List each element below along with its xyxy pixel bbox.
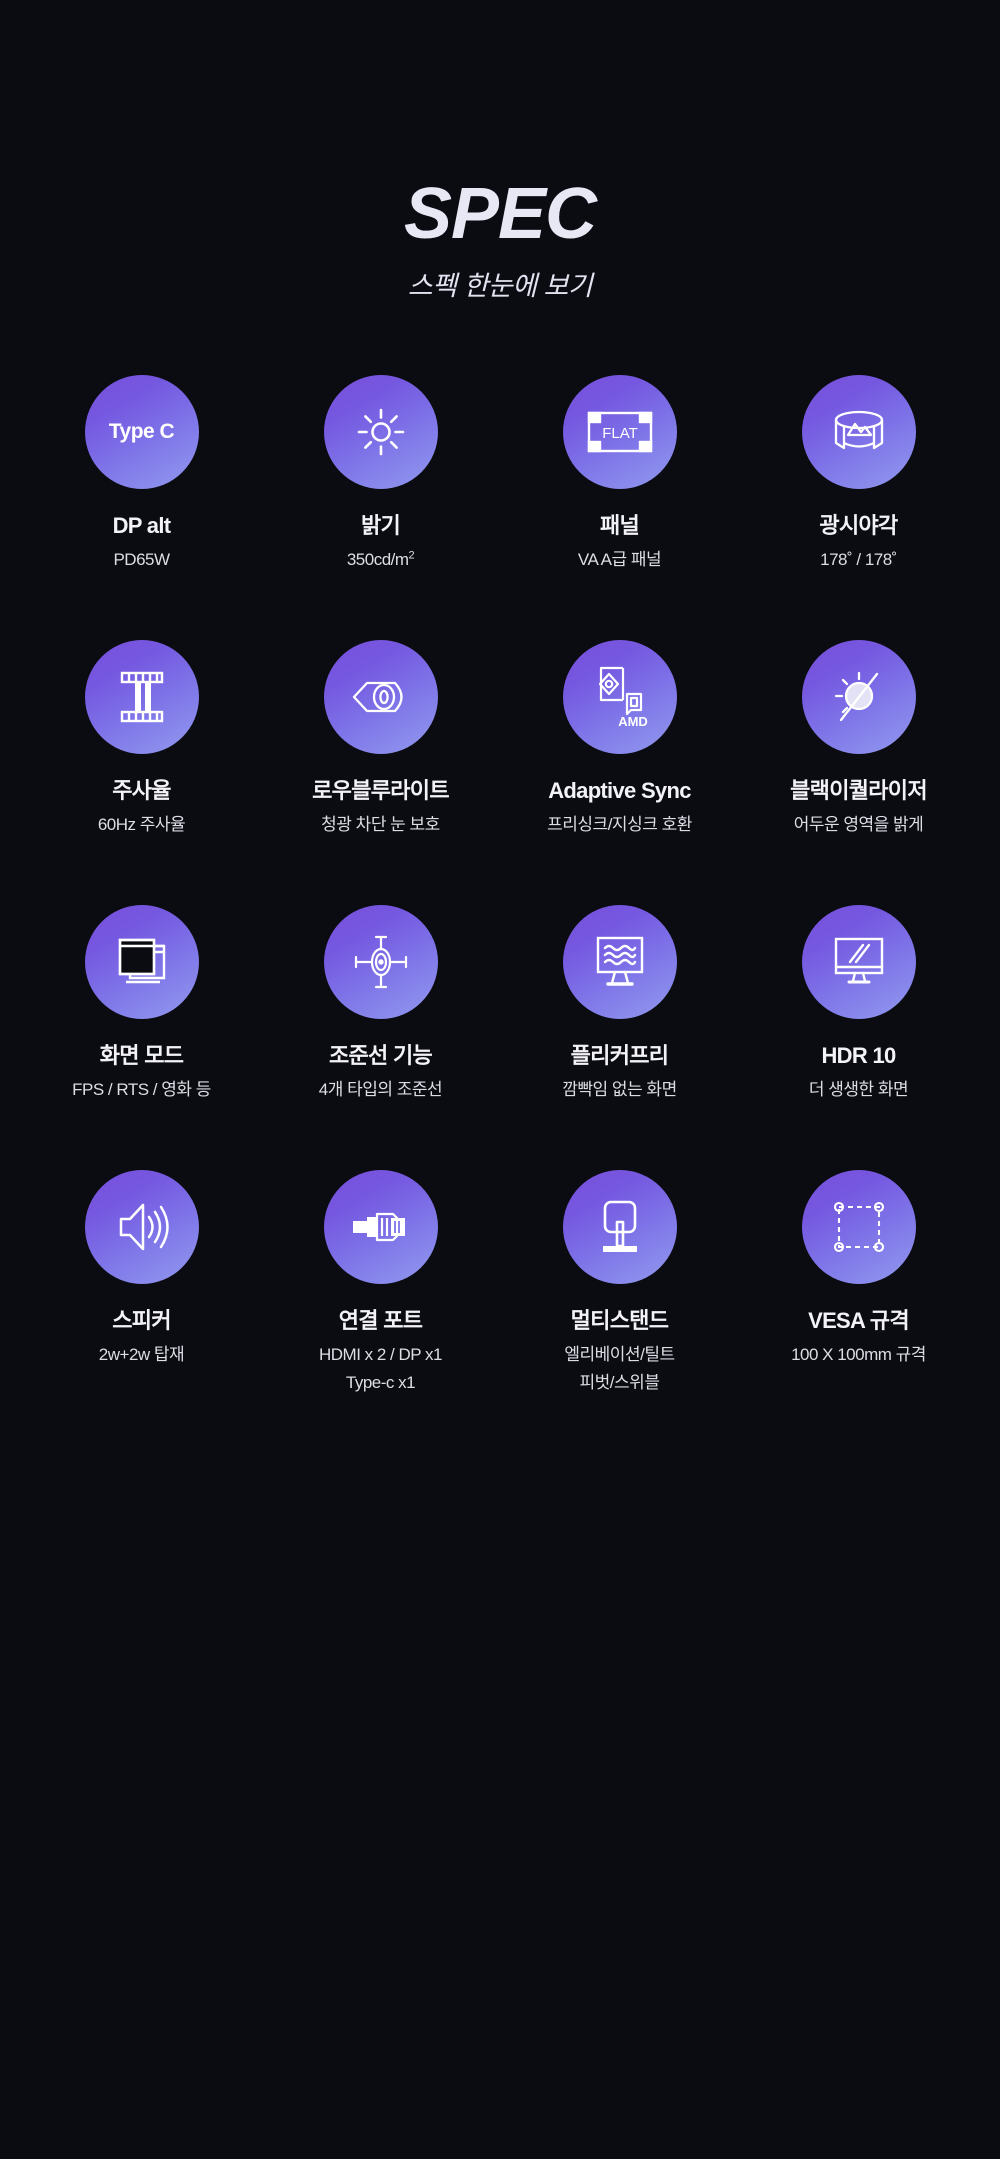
crosshair-aim-icon xyxy=(323,905,438,1019)
spec-title: Adaptive Sync xyxy=(548,778,691,803)
wide-view-angle-icon xyxy=(801,375,916,489)
page-header: SPEC 스펙 한눈에 보기 xyxy=(0,0,1000,303)
spec-grid: Type C DP alt PD65W 밝기 350cd/m2 FLAT 패널 … xyxy=(0,375,1000,1435)
spec-item-flicker-free: 플리커프리 깜빡임 없는 화면 xyxy=(500,905,739,1170)
spec-desc-superscript: 2 xyxy=(408,549,415,562)
vesa-mount-icon xyxy=(801,1170,916,1284)
spec-item-crosshair: 조준선 기능 4개 타입의 조준선 xyxy=(261,905,500,1170)
spec-title: 멀티스탠드 xyxy=(570,1308,669,1333)
hdr-monitor-icon xyxy=(801,905,916,1019)
spec-item-hdr: HDR 10 더 생생한 화면 xyxy=(739,905,978,1170)
eye-low-blue-light-icon xyxy=(323,640,438,754)
spec-desc: 100 X 100mm 규격 xyxy=(791,1345,926,1365)
spec-desc: VA A급 패널 xyxy=(577,550,662,570)
spec-title: 주사율 xyxy=(112,778,171,803)
multi-stand-icon xyxy=(562,1170,677,1284)
spec-item-black-equalizer: 블랙이퀄라이저 어두운 영역을 밝게 xyxy=(739,640,978,905)
bubble-label: Type C xyxy=(108,420,175,443)
spec-desc: 4개 타입의 조준선 xyxy=(318,1080,443,1100)
spec-title: 로우블루라이트 xyxy=(312,778,449,803)
spec-title: DP alt xyxy=(112,513,171,538)
spec-desc: 엘리베이션/틸트 xyxy=(564,1345,675,1365)
spec-item-ports: 연결 포트 HDMI x 2 / DP x1 Type-c x1 xyxy=(261,1170,500,1435)
spec-desc: 청광 차단 눈 보호 xyxy=(321,815,440,835)
spec-title: 조준선 기능 xyxy=(328,1043,433,1068)
spec-title: HDR 10 xyxy=(821,1043,896,1068)
spec-desc: 깜빡임 없는 화면 xyxy=(562,1080,677,1100)
brightness-sun-icon xyxy=(323,375,438,489)
spec-desc-line2: 피벗/스위블 xyxy=(579,1372,660,1392)
spec-desc: 프리싱크/지싱크 호환 xyxy=(547,815,692,835)
spec-desc: 178˚ / 178˚ xyxy=(820,550,897,570)
screen-mode-windows-icon xyxy=(84,905,199,1019)
spec-item-refresh-rate: 주사율 60Hz 주사율 xyxy=(22,640,261,905)
spec-desc-line2: Type-c x1 xyxy=(345,1372,416,1392)
spec-item-low-blue-light: 로우블루라이트 청광 차단 눈 보호 xyxy=(261,640,500,905)
spec-desc: FPS / RTS / 영화 등 xyxy=(72,1080,211,1100)
spec-desc: PD65W xyxy=(113,550,170,570)
spec-desc: 350cd/m2 xyxy=(346,547,415,573)
spec-item-dp-alt: Type C DP alt PD65W xyxy=(22,375,261,640)
spec-desc: 2w+2w 탑재 xyxy=(98,1345,185,1365)
spec-title: 연결 포트 xyxy=(338,1308,423,1333)
spec-item-vesa: VESA 규격 100 X 100mm 규격 xyxy=(739,1170,978,1435)
spec-title: 광시야각 xyxy=(819,513,898,538)
spec-item-screen-mode: 화면 모드 FPS / RTS / 영화 등 xyxy=(22,905,261,1170)
spec-item-multi-stand: 멀티스탠드 엘리베이션/틸트 피벗/스위블 xyxy=(500,1170,739,1435)
film-strip-refresh-icon xyxy=(84,640,199,754)
spec-desc: 더 생생한 화면 xyxy=(808,1080,909,1100)
spec-desc-value: 350cd/m xyxy=(346,550,409,570)
black-equalizer-icon xyxy=(801,640,916,754)
spec-page: SPEC 스펙 한눈에 보기 Type C DP alt PD65W 밝기 35… xyxy=(0,0,1000,2159)
spec-desc: 60Hz 주사율 xyxy=(97,815,186,835)
page-subtitle: 스펙 한눈에 보기 xyxy=(407,271,593,301)
spec-desc: 어두운 영역을 밝게 xyxy=(793,815,924,835)
spec-item-panel: FLAT 패널 VA A급 패널 xyxy=(500,375,739,640)
spec-title: 화면 모드 xyxy=(99,1043,184,1068)
spec-title: 밝기 xyxy=(360,513,401,538)
svg-text:AMD: AMD xyxy=(618,714,648,728)
hdmi-connector-icon xyxy=(323,1170,438,1284)
page-title: SPEC xyxy=(403,174,597,254)
spec-item-speaker: 스피커 2w+2w 탑재 xyxy=(22,1170,261,1435)
spec-item-brightness: 밝기 350cd/m2 xyxy=(261,375,500,640)
flicker-free-monitor-icon xyxy=(562,905,677,1019)
spec-item-adaptive-sync: AMD Adaptive Sync 프리싱크/지싱크 호환 xyxy=(500,640,739,905)
speaker-icon xyxy=(84,1170,199,1284)
spec-title: VESA 규격 xyxy=(808,1308,909,1333)
flat-panel-icon: FLAT xyxy=(562,375,677,489)
spec-item-viewing-angle: 광시야각 178˚ / 178˚ xyxy=(739,375,978,640)
amd-adaptive-sync-icon: AMD xyxy=(562,640,677,754)
svg-text:FLAT: FLAT xyxy=(602,425,638,442)
spec-title: 플리커프리 xyxy=(570,1043,669,1068)
spec-title: 스피커 xyxy=(112,1308,171,1333)
spec-title: 패널 xyxy=(599,513,640,538)
type-c-text-icon: Type C xyxy=(84,375,199,489)
spec-desc: HDMI x 2 / DP x1 xyxy=(319,1345,443,1365)
spec-title: 블랙이퀄라이저 xyxy=(790,778,927,803)
